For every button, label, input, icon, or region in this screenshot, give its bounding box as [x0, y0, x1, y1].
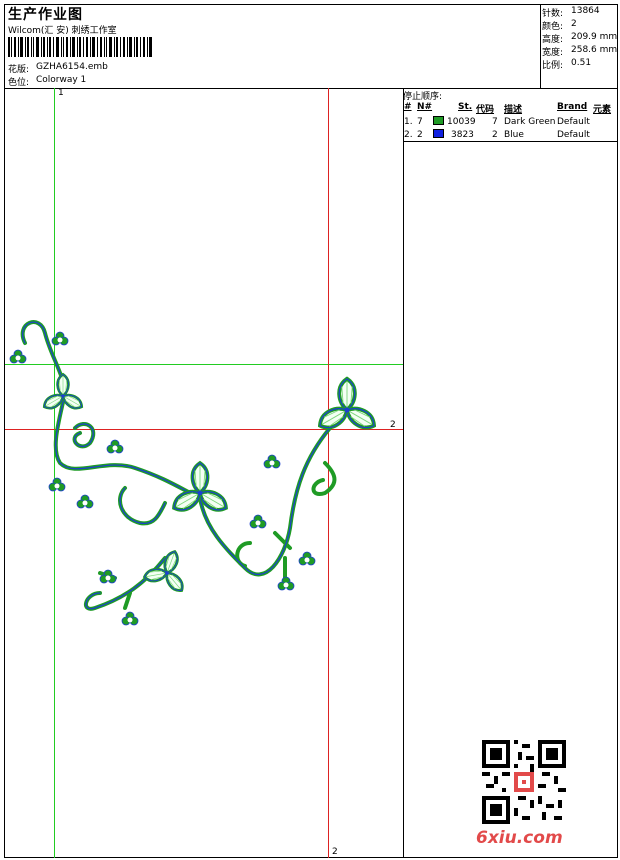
row-description: Dark Green — [504, 117, 556, 127]
row-description: Blue — [504, 130, 524, 140]
clover-motif — [140, 544, 196, 596]
color-swatch — [433, 116, 444, 125]
stat-label: 宽度: — [542, 48, 564, 58]
color-count: 2 — [571, 19, 577, 29]
column-header-index: # — [404, 102, 412, 112]
bud-motif — [106, 439, 124, 454]
row-stitches: 10039 — [447, 117, 476, 127]
colorway-value: Colorway 1 — [36, 75, 87, 85]
row-brand: Default — [557, 117, 590, 127]
stop-sequence-title: 停止顺序: — [403, 92, 443, 102]
column-header-description: 描述 — [504, 105, 523, 115]
qr-code-icon — [482, 740, 566, 824]
color-swatch — [433, 129, 444, 138]
column-header-stitches: St. — [458, 102, 473, 112]
design-scale: 0.51 — [571, 58, 592, 68]
bud-motif — [121, 611, 139, 626]
side-panel-divider — [403, 88, 404, 858]
design-label: 花版: — [8, 65, 30, 75]
bud-motif — [249, 514, 267, 529]
stat-label: 针数: — [542, 9, 564, 19]
row-needle: 7 — [417, 117, 423, 127]
bud-motif — [263, 454, 281, 469]
column-header-brand: Brand — [557, 102, 588, 112]
clover-motif — [316, 379, 378, 433]
bud-motif — [48, 477, 66, 492]
table-divider — [403, 141, 618, 142]
row-code: 7 — [492, 117, 498, 127]
column-header-code: 代码 — [476, 105, 495, 115]
row-brand: Default — [557, 130, 590, 140]
row-needle: 2 — [417, 130, 423, 140]
design-width: 258.6 mm — [571, 45, 618, 55]
embroidery-design — [9, 320, 403, 626]
colorway-label: 色位: — [8, 78, 30, 88]
stat-label: 比例: — [542, 61, 564, 71]
stats-divider — [540, 4, 541, 88]
bud-motif — [51, 331, 69, 346]
row-index: 1. — [404, 117, 413, 127]
design-height: 209.9 mm — [571, 32, 618, 42]
stitch-count: 13864 — [571, 6, 600, 16]
bud-motif — [277, 576, 295, 591]
column-header-needle: N# — [417, 102, 433, 112]
stat-label: 颜色: — [542, 22, 564, 32]
row-index: 2. — [404, 130, 413, 140]
bud-motif — [298, 551, 316, 566]
bud-motif — [9, 349, 27, 364]
watermark-logo: 6xiu.com — [476, 828, 563, 848]
barcode-icon — [8, 37, 152, 57]
page-title: 生产作业图 — [8, 7, 83, 23]
vine-stems — [20, 320, 337, 611]
bud-motif — [76, 494, 94, 509]
row-stitches: 3823 — [451, 130, 474, 140]
stat-label: 高度: — [542, 35, 564, 45]
row-code: 2 — [492, 130, 498, 140]
design-filename: GZHA6154.emb — [36, 62, 108, 72]
column-header-element: 元素 — [593, 105, 612, 115]
studio-subtitle: Wilcom(汇 安) 刺绣工作室 — [8, 26, 117, 36]
